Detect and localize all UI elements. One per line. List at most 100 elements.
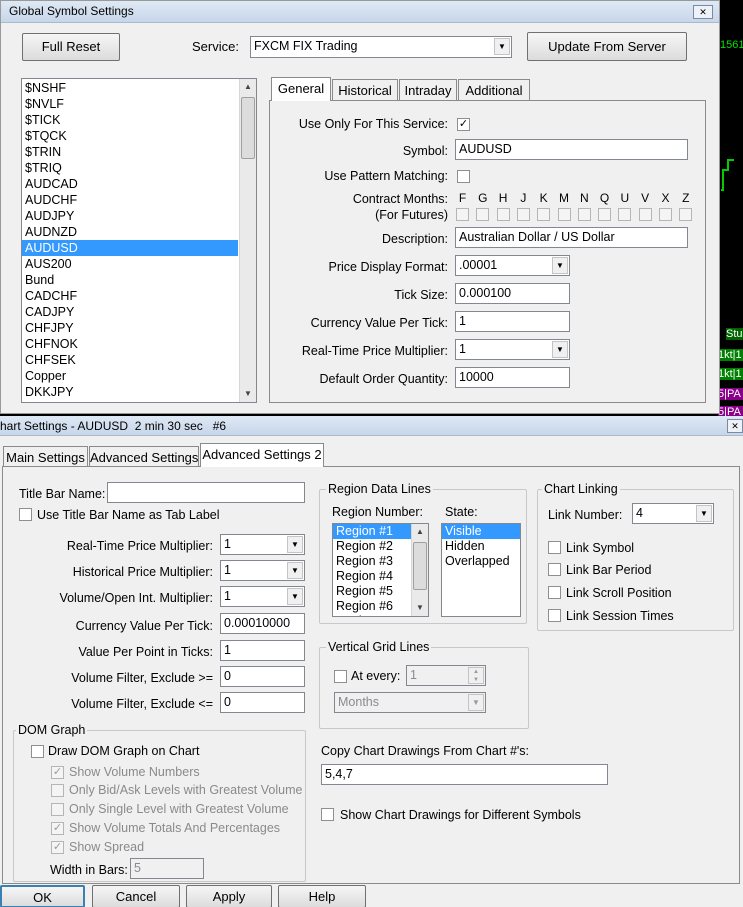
month-checkbox[interactable] xyxy=(679,208,693,221)
apply-button[interactable]: Apply xyxy=(186,885,272,907)
symbol-list-item[interactable]: DKKJPY xyxy=(22,384,238,400)
month-checkbox[interactable] xyxy=(598,208,612,221)
at-every-checkbox[interactable] xyxy=(334,670,347,683)
state-list[interactable]: Visible Hidden Overlapped xyxy=(441,523,521,617)
symbol-list-item[interactable]: $NVLF xyxy=(22,96,238,112)
tab-advanced-settings[interactable]: Advanced Settings xyxy=(89,446,199,468)
symbol-list-item[interactable]: $NSHF xyxy=(22,80,238,96)
scroll-thumb[interactable] xyxy=(413,542,427,590)
show-drawings-checkbox[interactable] xyxy=(321,808,334,821)
symbol-list-item[interactable]: CADCHF xyxy=(22,288,238,304)
vol-filter-le-input[interactable]: 0 xyxy=(220,692,305,713)
symbol-list-scrollbar[interactable]: ▲ ▼ xyxy=(239,79,256,402)
month-checkbox[interactable] xyxy=(659,208,672,221)
symbol-list-item[interactable]: CADJPY xyxy=(22,304,238,320)
region-list-scrollbar[interactable]: ▲ ▼ xyxy=(411,524,428,616)
default-qty-input[interactable]: 10000 xyxy=(455,367,570,388)
symbol-list-item[interactable]: EOR35 xyxy=(22,400,238,402)
use-title-bar-checkbox[interactable] xyxy=(19,508,32,521)
region-list-item[interactable]: Region #4 xyxy=(333,569,411,584)
link-symbol-checkbox[interactable] xyxy=(548,541,561,554)
price-format-select[interactable]: .00001 ▼ xyxy=(455,255,570,276)
link-scroll-checkbox[interactable] xyxy=(548,586,561,599)
help-button[interactable]: Help xyxy=(278,885,366,907)
link-number-select[interactable]: 4 ▼ xyxy=(632,503,714,524)
symbol-list-item[interactable]: $TICK xyxy=(22,112,238,128)
title-bar-name-input[interactable] xyxy=(107,482,305,503)
region-list-item[interactable]: Region #7 xyxy=(333,614,411,616)
copy-drawings-input[interactable]: 5,4,7 xyxy=(321,764,608,785)
spinner-arrows-icon[interactable]: ▲ ▼ xyxy=(468,667,484,684)
ok-button[interactable]: OK xyxy=(0,885,85,907)
symbol-list-item[interactable]: AUDCAD xyxy=(22,176,238,192)
cancel-button[interactable]: Cancel xyxy=(92,885,180,907)
state-list-item[interactable]: Visible xyxy=(442,524,520,539)
symbol-list-item[interactable]: AUDUSD xyxy=(22,240,238,256)
vol-oi-mult-select[interactable]: 1 ▼ xyxy=(220,586,305,607)
show-totals-checkbox[interactable]: ✓ xyxy=(51,822,64,835)
region-list-item[interactable]: Region #5 xyxy=(333,584,411,599)
use-pattern-checkbox[interactable] xyxy=(457,170,470,183)
symbol-list-item[interactable]: CHFJPY xyxy=(22,320,238,336)
scroll-up-icon[interactable]: ▲ xyxy=(240,79,256,95)
draw-dom-checkbox[interactable] xyxy=(31,745,44,758)
symbol-list-item[interactable]: AUDJPY xyxy=(22,208,238,224)
symbol-list-item[interactable]: Copper xyxy=(22,368,238,384)
month-checkbox[interactable] xyxy=(537,208,551,221)
symbol-input[interactable]: AUDUSD xyxy=(455,139,688,160)
link-session-checkbox[interactable] xyxy=(548,609,561,622)
at-every-spinner[interactable]: 1 ▲ ▼ xyxy=(406,665,486,686)
month-checkbox[interactable] xyxy=(618,208,632,221)
tick-size-input[interactable]: 0.000100 xyxy=(455,283,570,304)
close-button[interactable]: ✕ xyxy=(693,5,713,19)
symbol-list-item[interactable]: $TRIN xyxy=(22,144,238,160)
month-checkbox[interactable] xyxy=(456,208,469,221)
chart-title-bar[interactable]: hart Settings - AUDUSD 2 min 30 sec #6 ✕ xyxy=(0,416,743,436)
region-list-item[interactable]: Region #6 xyxy=(333,599,411,614)
show-volume-numbers-checkbox[interactable]: ✓ xyxy=(51,766,64,779)
state-list-item[interactable]: Hidden xyxy=(442,539,520,554)
value-per-point-input[interactable]: 1 xyxy=(220,640,305,661)
show-spread-checkbox[interactable]: ✓ xyxy=(51,841,64,854)
tab-main-settings[interactable]: Main Settings xyxy=(3,446,88,468)
month-checkbox[interactable] xyxy=(476,208,490,221)
vol-filter-ge-input[interactable]: 0 xyxy=(220,666,305,687)
scroll-down-icon[interactable]: ▼ xyxy=(412,600,428,616)
rt-multiplier-select[interactable]: 1 ▼ xyxy=(455,339,570,360)
tab-intraday[interactable]: Intraday xyxy=(399,79,457,101)
title-bar[interactable]: Global Symbol Settings ✕ xyxy=(1,1,719,23)
month-checkbox[interactable] xyxy=(516,208,530,221)
month-checkbox[interactable] xyxy=(577,208,591,221)
months-select[interactable]: Months ▼ xyxy=(334,692,486,713)
month-checkbox[interactable] xyxy=(557,208,571,221)
chart-close-button[interactable]: ✕ xyxy=(727,419,743,433)
symbol-list-item[interactable]: AUDCHF xyxy=(22,192,238,208)
symbol-list-item[interactable]: CHFNOK xyxy=(22,336,238,352)
symbol-list-item[interactable]: Bund xyxy=(22,272,238,288)
only-single-checkbox[interactable] xyxy=(51,803,64,816)
tab-historical[interactable]: Historical xyxy=(332,79,398,101)
symbol-list-item[interactable]: AUS200 xyxy=(22,256,238,272)
symbol-list-item[interactable]: CHFSEK xyxy=(22,352,238,368)
symbol-list-item[interactable]: AUDNZD xyxy=(22,224,238,240)
hist-price-mult-select[interactable]: 1 ▼ xyxy=(220,560,305,581)
scroll-up-icon[interactable]: ▲ xyxy=(412,524,428,540)
service-select[interactable]: FXCM FIX Trading ▼ xyxy=(250,36,512,58)
update-from-server-button[interactable]: Update From Server xyxy=(527,32,687,61)
currency-value-input[interactable]: 1 xyxy=(455,311,570,332)
state-list-item[interactable]: Overlapped xyxy=(442,554,520,569)
scroll-down-icon[interactable]: ▼ xyxy=(240,386,256,402)
region-list-item[interactable]: Region #2 xyxy=(333,539,411,554)
full-reset-button[interactable]: Full Reset xyxy=(22,33,120,61)
tab-advanced-settings-2[interactable]: Advanced Settings 2 xyxy=(200,443,324,467)
region-list[interactable]: Region #1 Region #2 Region #3 Region #4 Regi… xyxy=(332,523,429,617)
symbol-list-item[interactable]: $TQCK xyxy=(22,128,238,144)
link-bar-period-checkbox[interactable] xyxy=(548,563,561,576)
scroll-thumb[interactable] xyxy=(241,97,255,159)
use-only-checkbox[interactable]: ✓ xyxy=(457,118,470,131)
region-list-item[interactable]: Region #3 xyxy=(333,554,411,569)
width-bars-input[interactable]: 5 xyxy=(130,858,204,879)
currency-per-tick-input[interactable]: 0.00010000 xyxy=(220,613,305,634)
description-input[interactable]: Australian Dollar / US Dollar xyxy=(455,227,688,248)
month-checkbox[interactable] xyxy=(638,208,652,221)
